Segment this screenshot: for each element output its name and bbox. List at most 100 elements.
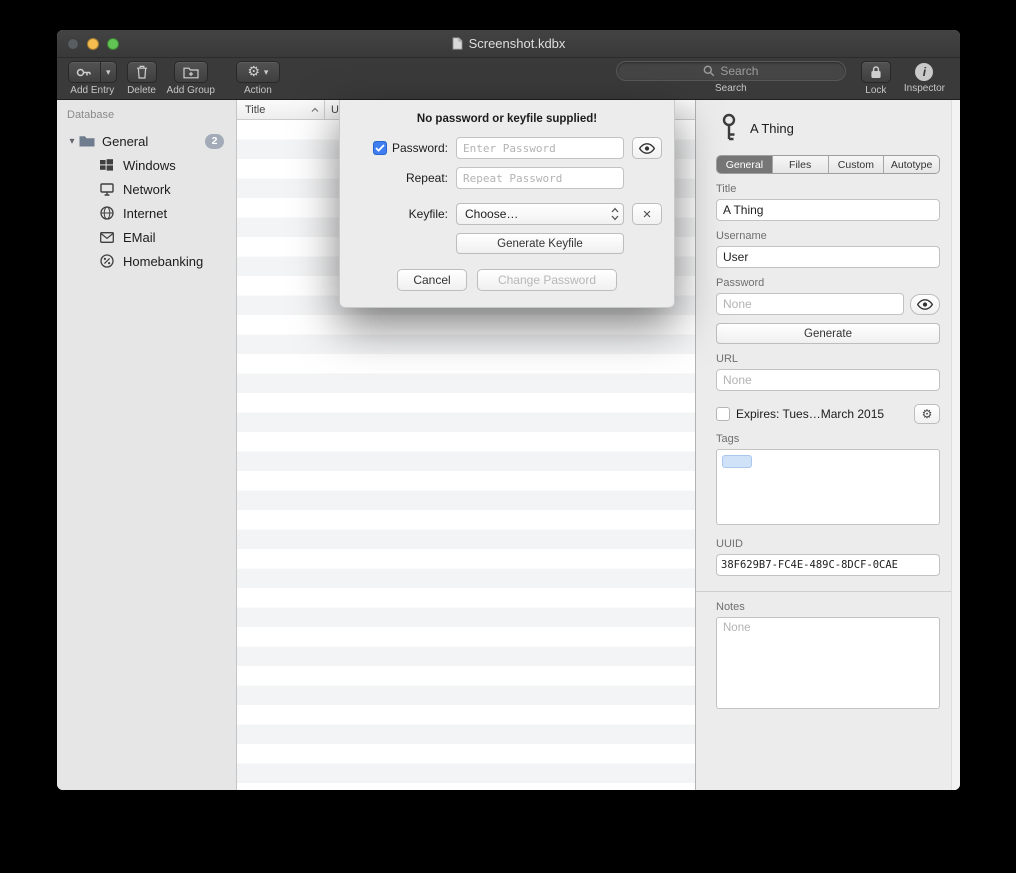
tag-token[interactable] — [722, 455, 752, 468]
stepper-icon — [611, 207, 619, 221]
column-header-title[interactable]: Title — [237, 100, 325, 119]
document-icon — [452, 37, 463, 50]
change-password-button[interactable]: Change Password — [477, 269, 617, 291]
sidebar-item-network[interactable]: Network — [57, 177, 236, 201]
password-field[interactable] — [716, 293, 904, 315]
reveal-password-button[interactable] — [910, 294, 940, 315]
sidebar-item-homebanking[interactable]: Homebanking — [57, 249, 236, 273]
url-field[interactable] — [716, 369, 940, 391]
sidebar-group-label: General — [102, 134, 205, 149]
globe-icon — [99, 206, 114, 220]
show-password-button[interactable] — [632, 137, 662, 159]
key-icon — [720, 113, 738, 143]
disclosure-triangle-icon[interactable]: ▾ — [65, 136, 79, 147]
search-label: Search — [715, 83, 747, 94]
chevron-down-icon: ▾ — [264, 68, 269, 77]
close-button[interactable] — [67, 38, 79, 50]
uuid-field[interactable] — [716, 554, 940, 576]
add-group-button[interactable] — [174, 61, 208, 83]
sidebar-item-windows[interactable]: Windows — [57, 153, 236, 177]
change-password-dialog: No password or keyfile supplied! Passwor… — [339, 100, 675, 308]
toolbar-lock: Lock — [861, 61, 891, 96]
expires-checkbox[interactable] — [716, 407, 730, 421]
divider — [696, 591, 960, 592]
percent-circle-icon — [99, 254, 114, 268]
toolbar-delete: Delete — [127, 61, 157, 96]
chevron-down-icon: ▾ — [106, 68, 111, 77]
add-group-label: Add Group — [167, 85, 215, 96]
traffic-lights — [57, 38, 119, 50]
toolbar-add-entry: ▾ Add Entry — [68, 61, 117, 96]
tab-custom[interactable]: Custom — [828, 156, 884, 173]
add-entry-button[interactable]: ▾ — [68, 61, 117, 83]
toolbar-action: ⚙ ▾ Action — [236, 61, 280, 96]
lock-button[interactable] — [861, 61, 891, 83]
entry-count-badge: 2 — [205, 134, 224, 149]
repeat-password-input[interactable] — [456, 167, 624, 189]
username-field[interactable] — [716, 246, 940, 268]
keyfile-select[interactable]: Choose… — [456, 203, 624, 225]
entry-title: A Thing — [750, 121, 794, 136]
inspector-scrollbar[interactable] — [951, 100, 960, 790]
action-button[interactable]: ⚙ ▾ — [236, 61, 280, 83]
url-field-label: URL — [716, 353, 940, 365]
title-field[interactable] — [716, 199, 940, 221]
password-checkbox[interactable] — [373, 141, 387, 155]
expires-label: Expires: Tues…March 2015 — [736, 407, 884, 421]
inspector-content: A Thing General Files Custom Autotype Ti… — [696, 100, 960, 709]
search-input[interactable]: Search — [616, 61, 846, 81]
tab-general[interactable]: General — [717, 156, 772, 173]
tags-field[interactable] — [716, 449, 940, 525]
sidebar-item-label: EMail — [123, 230, 156, 245]
tab-autotype[interactable]: Autotype — [883, 156, 939, 173]
sidebar-item-internet[interactable]: Internet — [57, 201, 236, 225]
sidebar-item-label: Windows — [123, 158, 176, 173]
toolbar-inspector: i Inspector — [904, 61, 945, 94]
tab-files[interactable]: Files — [772, 156, 828, 173]
content-area: Database ▾ General 2 Windows — [57, 100, 960, 790]
inspector-panel: A Thing General Files Custom Autotype Ti… — [695, 100, 960, 790]
expires-settings-button[interactable]: ⚙ — [914, 404, 940, 424]
search-icon — [703, 65, 715, 77]
sidebar-item-email[interactable]: EMail — [57, 225, 236, 249]
password-input[interactable] — [456, 137, 624, 159]
column-header-username[interactable]: U — [325, 104, 339, 116]
toolbar-search: Search Search — [616, 61, 846, 94]
delete-button[interactable] — [127, 61, 157, 83]
sort-ascending-icon — [311, 107, 319, 113]
inspector-toggle-button[interactable]: i — [915, 63, 933, 81]
x-icon: × — [643, 206, 652, 223]
dialog-form: Password: Repeat: Keyfile: Choose… — [360, 137, 654, 254]
window-title: Screenshot.kdbx — [469, 36, 566, 51]
gear-icon: ⚙ — [922, 407, 933, 421]
generate-keyfile-button[interactable]: Generate Keyfile — [456, 233, 624, 254]
gear-icon: ⚙ — [247, 64, 260, 80]
action-label: Action — [244, 85, 272, 96]
desktop: Screenshot.kdbx ▾ Add Entry — [0, 0, 1016, 873]
expires-row: Expires: Tues…March 2015 ⚙ — [716, 404, 940, 424]
cancel-button[interactable]: Cancel — [397, 269, 467, 291]
notes-placeholder: None — [723, 622, 751, 634]
tags-field-label: Tags — [716, 433, 940, 445]
zoom-button[interactable] — [107, 38, 119, 50]
password-field-row — [716, 293, 940, 315]
dialog-footer: Cancel Change Password — [360, 269, 654, 291]
toolbar: ▾ Add Entry Delete Add Group ⚙ — [57, 58, 960, 100]
window-title-area: Screenshot.kdbx — [57, 36, 960, 51]
minimize-button[interactable] — [87, 38, 99, 50]
password-label-row: Password: — [360, 141, 448, 155]
windows-icon — [99, 159, 114, 171]
eye-icon — [639, 143, 655, 154]
notes-field-label: Notes — [716, 601, 940, 613]
inspector-header: A Thing — [716, 113, 940, 143]
delete-label: Delete — [127, 85, 156, 96]
add-entry-dropdown-button[interactable]: ▾ — [100, 62, 116, 82]
clear-keyfile-button[interactable]: × — [632, 203, 662, 225]
envelope-icon — [99, 232, 114, 243]
notes-field[interactable]: None — [716, 617, 940, 709]
key-plus-icon — [69, 62, 100, 82]
generate-password-button[interactable]: Generate — [716, 323, 940, 344]
inspector-tabs: General Files Custom Autotype — [716, 155, 940, 174]
sidebar-group-general[interactable]: ▾ General 2 — [57, 129, 236, 153]
repeat-label: Repeat: — [360, 171, 448, 185]
